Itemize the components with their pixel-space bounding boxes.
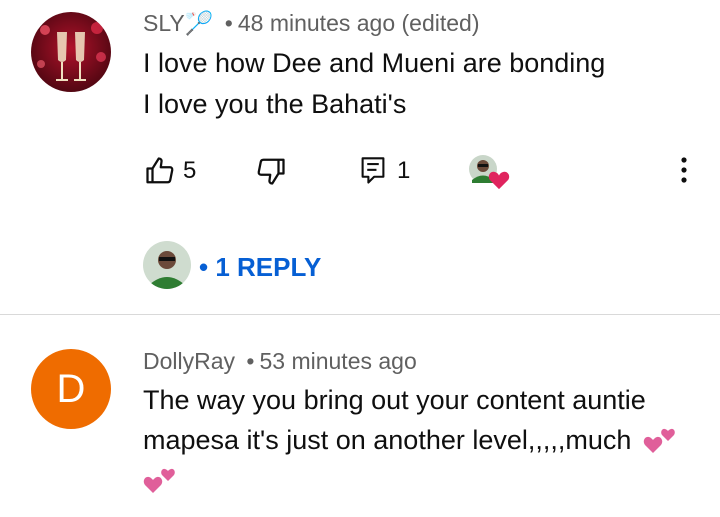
emoji-continuation (143, 467, 177, 502)
dislike-button[interactable] (256, 156, 286, 186)
comment-text-line: I love how Dee and Mueni are bonding (143, 48, 606, 78)
view-replies-link[interactable]: • 1 REPLY (199, 252, 321, 283)
comment-meta: DollyRay • 53 minutes ago (143, 348, 417, 375)
creator-avatar-icon (143, 241, 191, 289)
comment-text: The way you bring out your content aunti… (143, 385, 646, 415)
comment-timestamp: 53 minutes ago (259, 348, 417, 374)
meta-separator: • (224, 10, 233, 36)
more-options-button[interactable] (672, 154, 696, 186)
like-count: 5 (183, 157, 197, 184)
creator-heart-badge (468, 153, 512, 191)
champagne-glasses-icon (31, 12, 111, 92)
thumbs-down-icon (257, 158, 285, 185)
comment-text-line: I love you the Bahati's (143, 89, 407, 119)
thumbs-up-icon (146, 157, 174, 184)
kebab-menu-icon (681, 157, 687, 183)
author-name[interactable]: SLY🏸 (143, 10, 213, 36)
comment-timestamp: 48 minutes ago (edited) (237, 10, 480, 36)
replies-toggle[interactable]: • 1 REPLY (143, 241, 333, 291)
comment-text-line: mapesa it's just on another level,,,,,mu… (143, 425, 677, 457)
commenter-avatar[interactable]: D (31, 349, 111, 429)
two-hearts-icon (643, 428, 675, 453)
comment-icon (361, 157, 385, 184)
heart-icon (488, 171, 510, 190)
like-button[interactable]: 5 (145, 156, 196, 186)
comment-text: mapesa it's just on another level,,,,,mu… (143, 425, 632, 455)
comment-divider (0, 314, 720, 315)
reply-button[interactable]: 1 (359, 156, 410, 186)
comment-meta: SLY🏸 • 48 minutes ago (edited) (143, 10, 480, 37)
reply-author-avatar (143, 241, 191, 289)
commenter-avatar[interactable] (31, 12, 111, 92)
meta-separator: • (246, 348, 255, 374)
comment-text-line: The way you bring out your content aunti… (143, 385, 646, 416)
two-hearts-icon (143, 468, 175, 493)
reply-count: 1 (397, 157, 411, 184)
author-name[interactable]: DollyRay (143, 348, 235, 374)
